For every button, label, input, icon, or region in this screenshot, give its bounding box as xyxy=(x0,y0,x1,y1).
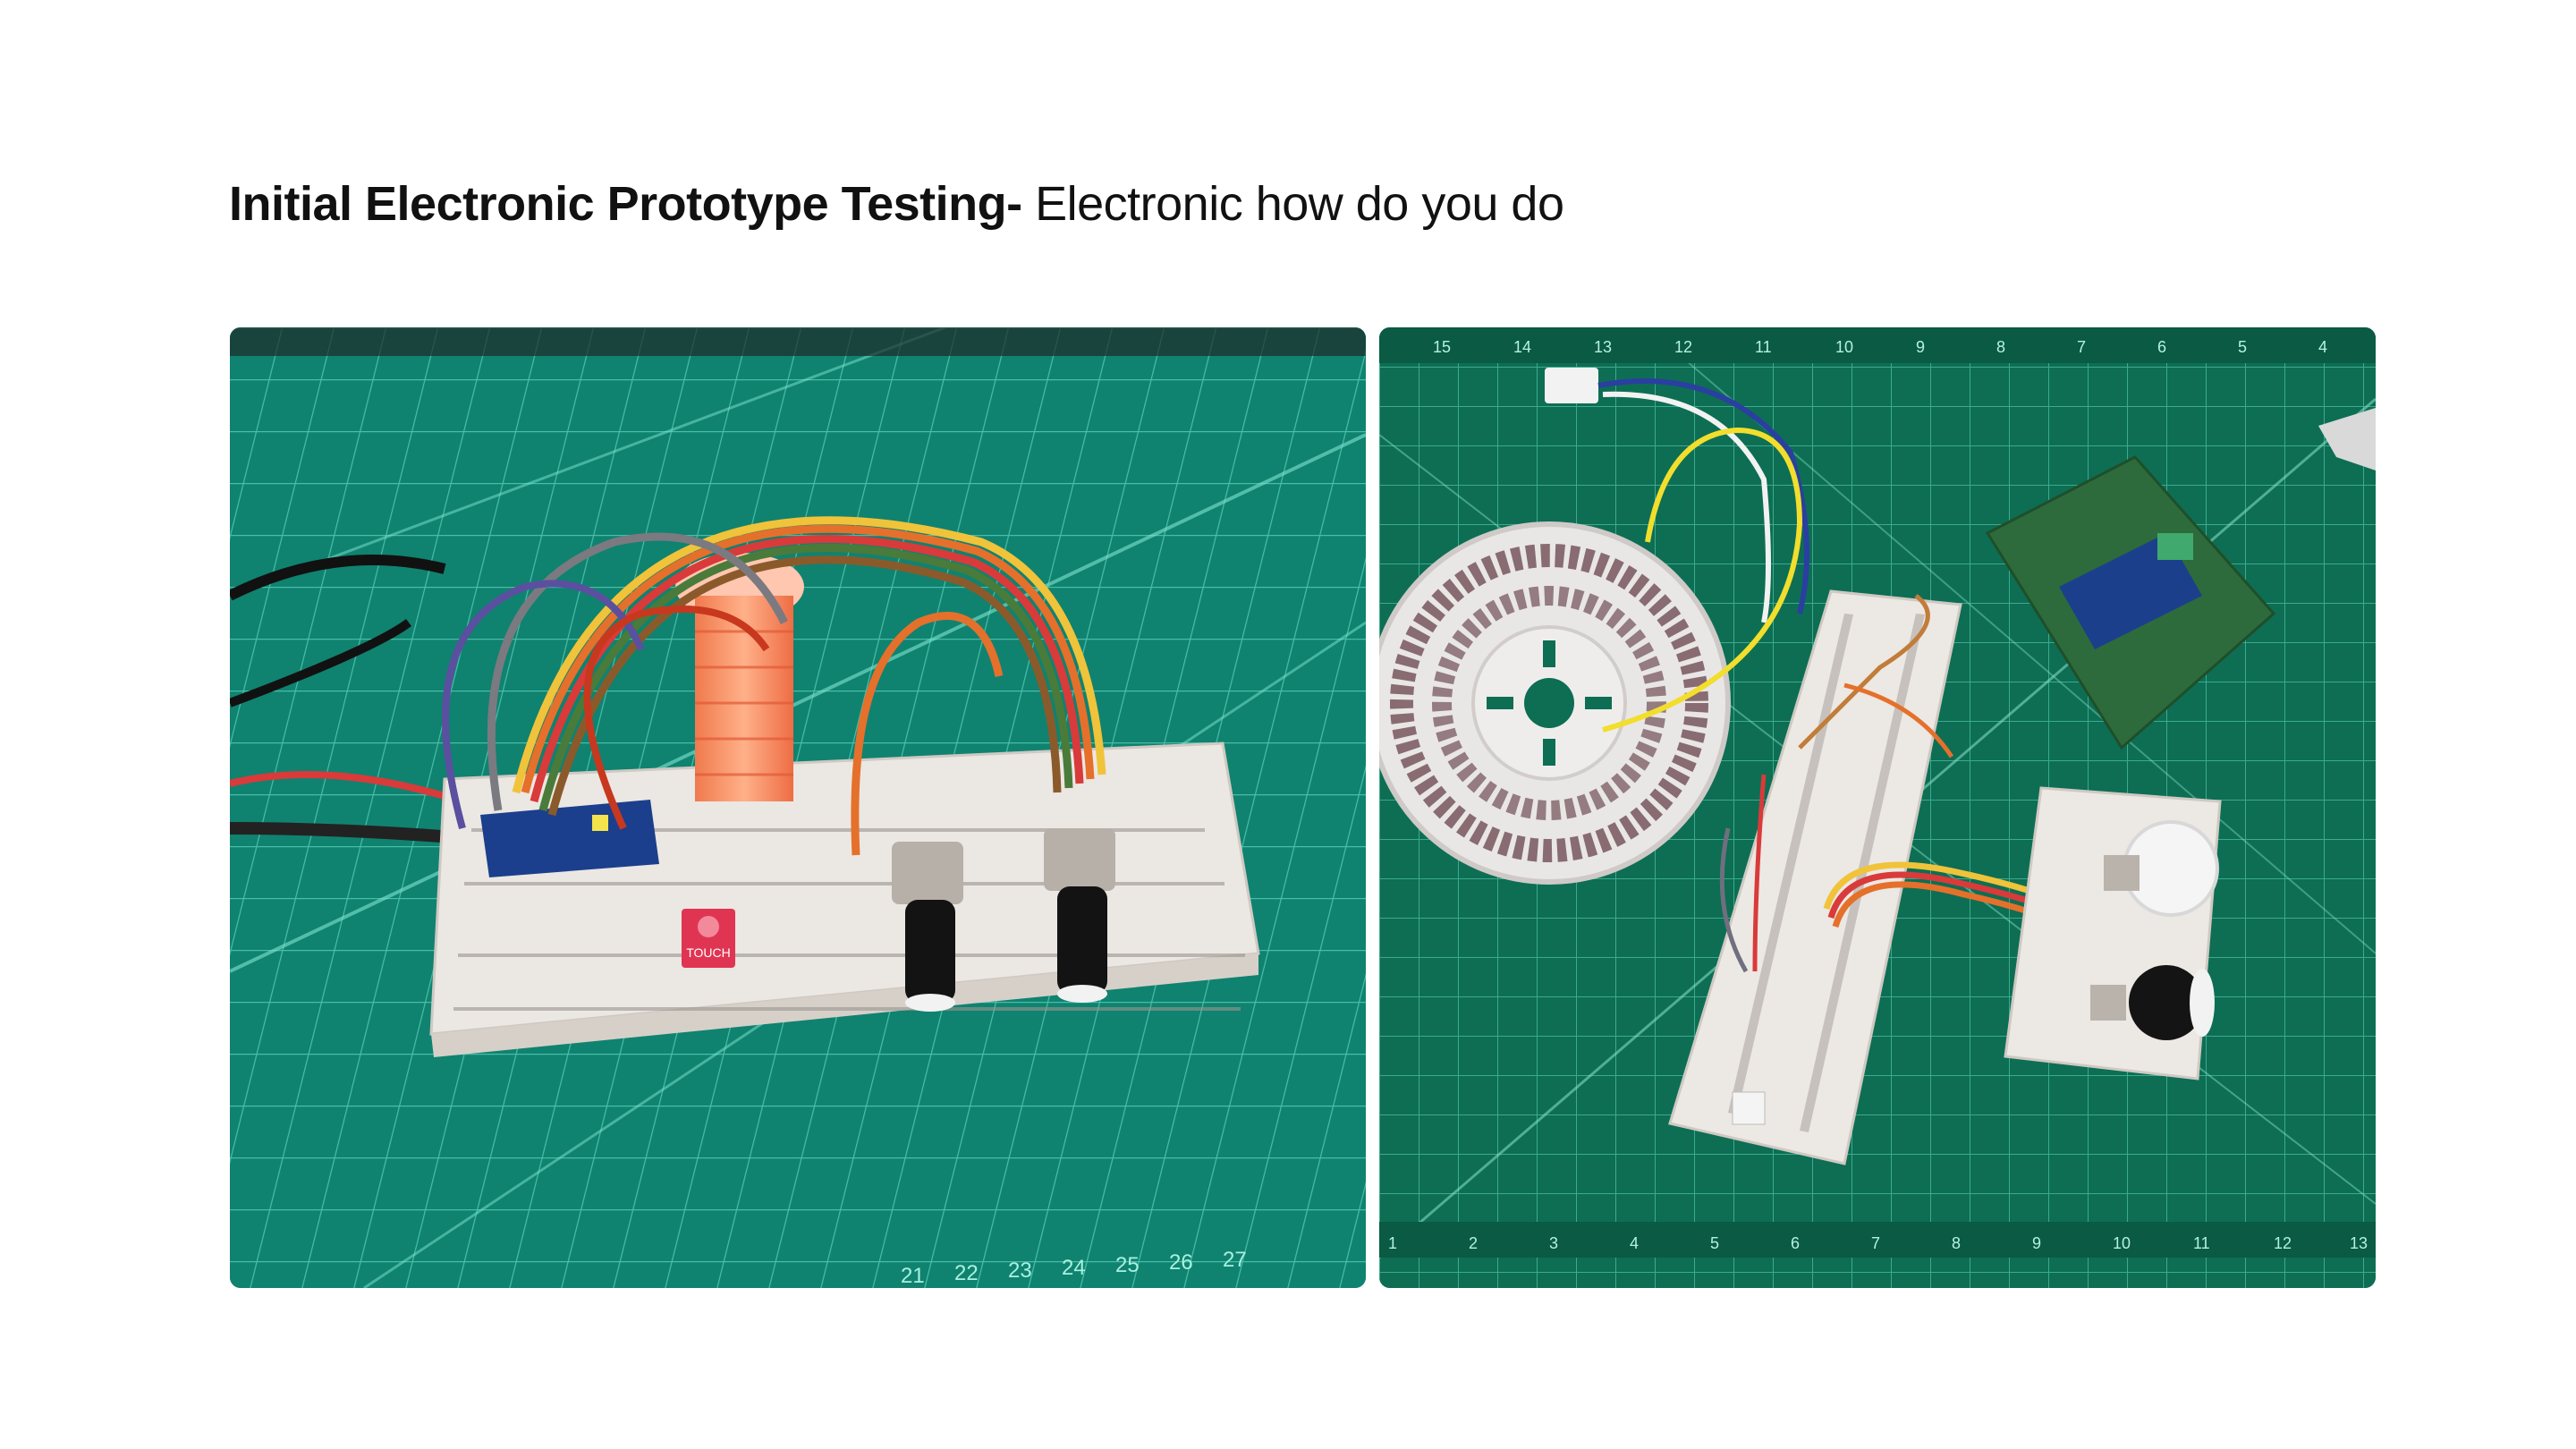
ruler-label: 26 xyxy=(1169,1250,1193,1275)
ruler-label: 13 xyxy=(1594,338,1612,356)
ruler-label: 5 xyxy=(1710,1234,1719,1252)
ruler-label: 3 xyxy=(1549,1234,1558,1252)
title-bold: Initial Electronic Prototype Testing- xyxy=(229,177,1022,231)
title-subtitle: Electronic how do you do xyxy=(1021,177,1564,231)
ruler-label: 6 xyxy=(1791,1234,1800,1252)
ruler-label: 8 xyxy=(1952,1234,1961,1252)
ruler-label: 15 xyxy=(1433,338,1451,356)
ruler-label: 8 xyxy=(1996,338,2005,356)
ruler-label: 27 xyxy=(1223,1248,1247,1272)
ruler-label: 21 xyxy=(901,1264,925,1288)
ruler-label: 7 xyxy=(1871,1234,1880,1252)
led-strip-photo-illustration: 15 14 13 12 11 10 9 8 7 6 5 4 1 2 3 4 5 … xyxy=(1379,327,2376,1288)
ruler-label: 1 xyxy=(1388,1234,1397,1252)
ruler-label: 24 xyxy=(1062,1256,1086,1280)
ruler-label: 10 xyxy=(2113,1234,2131,1252)
ruler-label: 10 xyxy=(1835,338,1853,356)
ruler-label: 9 xyxy=(1916,338,1925,356)
ruler-label: 11 xyxy=(2193,1234,2210,1252)
ruler-label: 13 xyxy=(2350,1234,2368,1252)
photo-breadboard-prototype: TOUCH 21 22 23 24 25 26 27 xyxy=(230,327,1366,1288)
ruler-label: 6 xyxy=(2157,338,2166,356)
ruler-label: 22 xyxy=(954,1261,979,1285)
ruler-label: 25 xyxy=(1115,1253,1140,1277)
ruler-label: 2 xyxy=(1469,1234,1478,1252)
photo-led-strip-setup: 15 14 13 12 11 10 9 8 7 6 5 4 1 2 3 4 5 … xyxy=(1379,327,2376,1288)
ruler-label: 12 xyxy=(2274,1234,2292,1252)
ruler-label: 4 xyxy=(1630,1234,1639,1252)
ruler-label: 4 xyxy=(2318,338,2327,356)
touch-sensor-label: TOUCH xyxy=(686,945,731,960)
ruler-label: 11 xyxy=(1755,338,1772,356)
ruler-label: 9 xyxy=(2032,1234,2041,1252)
ruler-label: 7 xyxy=(2077,338,2086,356)
ruler-label: 5 xyxy=(2238,338,2247,356)
page-title: Initial Electronic Prototype Testing- El… xyxy=(229,168,1564,240)
ruler-label: 23 xyxy=(1008,1258,1032,1283)
ruler-label: 14 xyxy=(1513,338,1531,356)
breadboard-photo-illustration: TOUCH 21 22 23 24 25 26 27 xyxy=(230,327,1366,1288)
ruler-label: 12 xyxy=(1674,338,1692,356)
